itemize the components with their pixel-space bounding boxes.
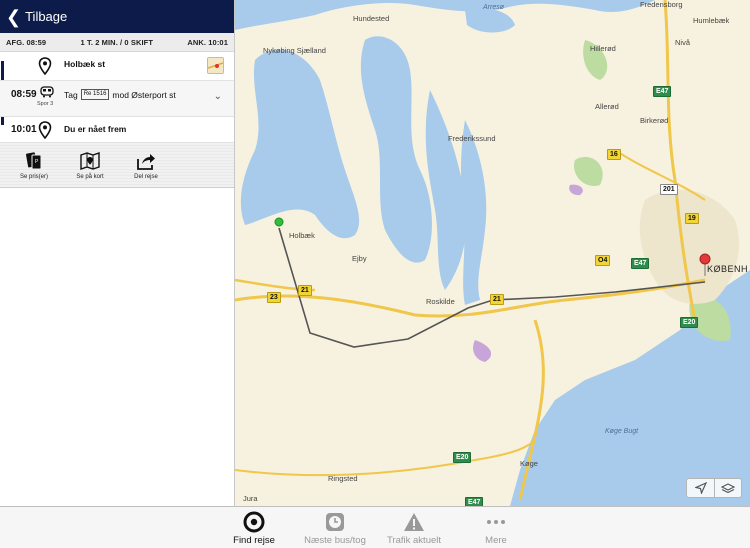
tab-more[interactable]: Mere	[456, 511, 536, 546]
tab-label: Find rejse	[233, 535, 275, 546]
leg-departure-time: 08:59	[11, 89, 37, 100]
map-label: Køge Bugt	[605, 428, 639, 435]
start-pin-icon	[274, 217, 284, 227]
road-shield: 21	[490, 294, 504, 305]
map-label: Birkerød	[640, 116, 669, 125]
map-pin-icon	[80, 152, 100, 170]
map-thumbnail-icon	[207, 58, 224, 73]
road-shield: 23	[267, 292, 281, 303]
arrival-text: Du er nået frem	[64, 124, 127, 134]
leg-description: Tag Re 1516 mod Østerport st	[64, 89, 176, 100]
tickets-icon: P	[26, 152, 42, 170]
location-pin-icon	[38, 57, 52, 75]
current-location-button[interactable]	[687, 479, 714, 497]
road-shield: 16	[607, 149, 621, 160]
road-shield: 201	[660, 184, 678, 195]
arrival-summary: ANK. 10:01	[187, 37, 228, 47]
origin-row[interactable]: Holbæk st	[0, 52, 234, 81]
location-arrow-icon	[694, 482, 707, 494]
map-label: Holbæk	[289, 231, 315, 240]
destination-pin-icon	[699, 253, 711, 265]
train-leg-row[interactable]: 08:59 Spor 3 Tag Re 1516 mod Østerport s…	[0, 81, 234, 117]
road-shield: O4	[595, 255, 611, 266]
tab-label: Mere	[485, 535, 507, 546]
trip-actions: P Se pris(er) Se på kort Del rejse	[0, 143, 234, 188]
train-number-badge: Re 1516	[80, 89, 110, 100]
map-label: Arresø	[483, 4, 504, 11]
road-shield: E47	[631, 258, 650, 269]
map-label: KØBENH	[707, 264, 749, 274]
route-map[interactable]: Arresø Hundested Frederikssund Hillerød …	[235, 0, 750, 506]
map-label: Humlebæk	[693, 16, 730, 25]
map-label: Ringsted	[328, 474, 358, 483]
clock-icon	[326, 513, 344, 531]
see-prices-label: Se pris(er)	[19, 174, 48, 180]
more-icon	[487, 520, 505, 524]
back-button[interactable]: ❮ Tilbage	[6, 8, 67, 26]
chevron-left-icon: ❮	[6, 6, 22, 27]
road-shield: E47	[465, 497, 484, 506]
trip-summary: AFG. 08:59 1 T. 2 MIN. / 0 SKIFT ANK. 10…	[0, 33, 234, 52]
arrival-time: 10:01	[11, 124, 37, 135]
road-shield: E47	[653, 86, 672, 97]
tab-label: Trafik aktuelt	[386, 535, 442, 546]
train-icon	[40, 86, 54, 98]
arrival-row: 10:01 Du er nået frem	[0, 117, 234, 143]
station-map-thumbnail[interactable]	[207, 57, 224, 74]
warning-icon	[404, 513, 424, 531]
road-shield: E20	[680, 317, 699, 328]
map-label: Hillerød	[590, 44, 616, 53]
trip-detail-panel: ❮ Tilbage AFG. 08:59 1 T. 2 MIN. / 0 SKI…	[0, 0, 235, 506]
road-shield: 19	[685, 213, 699, 224]
map-label: Roskilde	[426, 297, 455, 306]
map-controls	[686, 478, 742, 498]
see-on-map-button[interactable]: Se på kort	[62, 143, 118, 187]
layers-icon	[721, 483, 735, 494]
nav-bar: ❮ Tilbage	[0, 0, 234, 33]
tab-bar: Find rejse Næste bus/tog Trafik aktuelt …	[0, 506, 750, 548]
map-label: Nivå	[675, 38, 691, 47]
departure-summary: AFG. 08:59	[6, 37, 47, 47]
location-pin-icon	[38, 121, 52, 139]
origin-station: Holbæk st	[64, 59, 106, 69]
train-direction: mod Østerport st	[112, 89, 176, 100]
tab-traffic-news[interactable]: Trafik aktuelt	[374, 511, 454, 546]
map-label: Hundested	[353, 14, 390, 23]
back-label: Tilbage	[25, 9, 68, 24]
tab-label: Næste bus/tog	[304, 535, 366, 546]
target-icon	[243, 511, 265, 533]
tag-word: Tag	[64, 89, 78, 100]
see-prices-button[interactable]: P Se pris(er)	[6, 143, 62, 187]
see-on-map-label: Se på kort	[76, 174, 104, 180]
map-label: Allerød	[595, 102, 619, 111]
road-shield: 21	[298, 285, 312, 296]
map-canvas	[235, 0, 750, 506]
share-trip-label: Del rejse	[134, 174, 158, 180]
chevron-down-icon[interactable]: ⌄	[214, 91, 222, 102]
platform-label: Spor 3	[37, 101, 54, 107]
map-label: Jura	[243, 494, 258, 503]
road-shield: E20	[453, 452, 472, 463]
map-label: Fredensborg	[640, 0, 683, 9]
share-icon	[137, 154, 155, 170]
map-label: Køge	[520, 459, 538, 468]
duration-summary: 1 T. 2 MIN. / 0 SKIFT	[80, 37, 154, 47]
map-label: Ejby	[352, 254, 367, 263]
tab-find-trip[interactable]: Find rejse	[214, 511, 294, 546]
map-label: Frederikssund	[448, 134, 496, 143]
share-trip-button[interactable]: Del rejse	[118, 143, 174, 187]
map-layers-button[interactable]	[714, 479, 741, 497]
tab-next-departure[interactable]: Næste bus/tog	[295, 511, 375, 546]
map-label: Nykøbing Sjælland	[263, 46, 326, 55]
